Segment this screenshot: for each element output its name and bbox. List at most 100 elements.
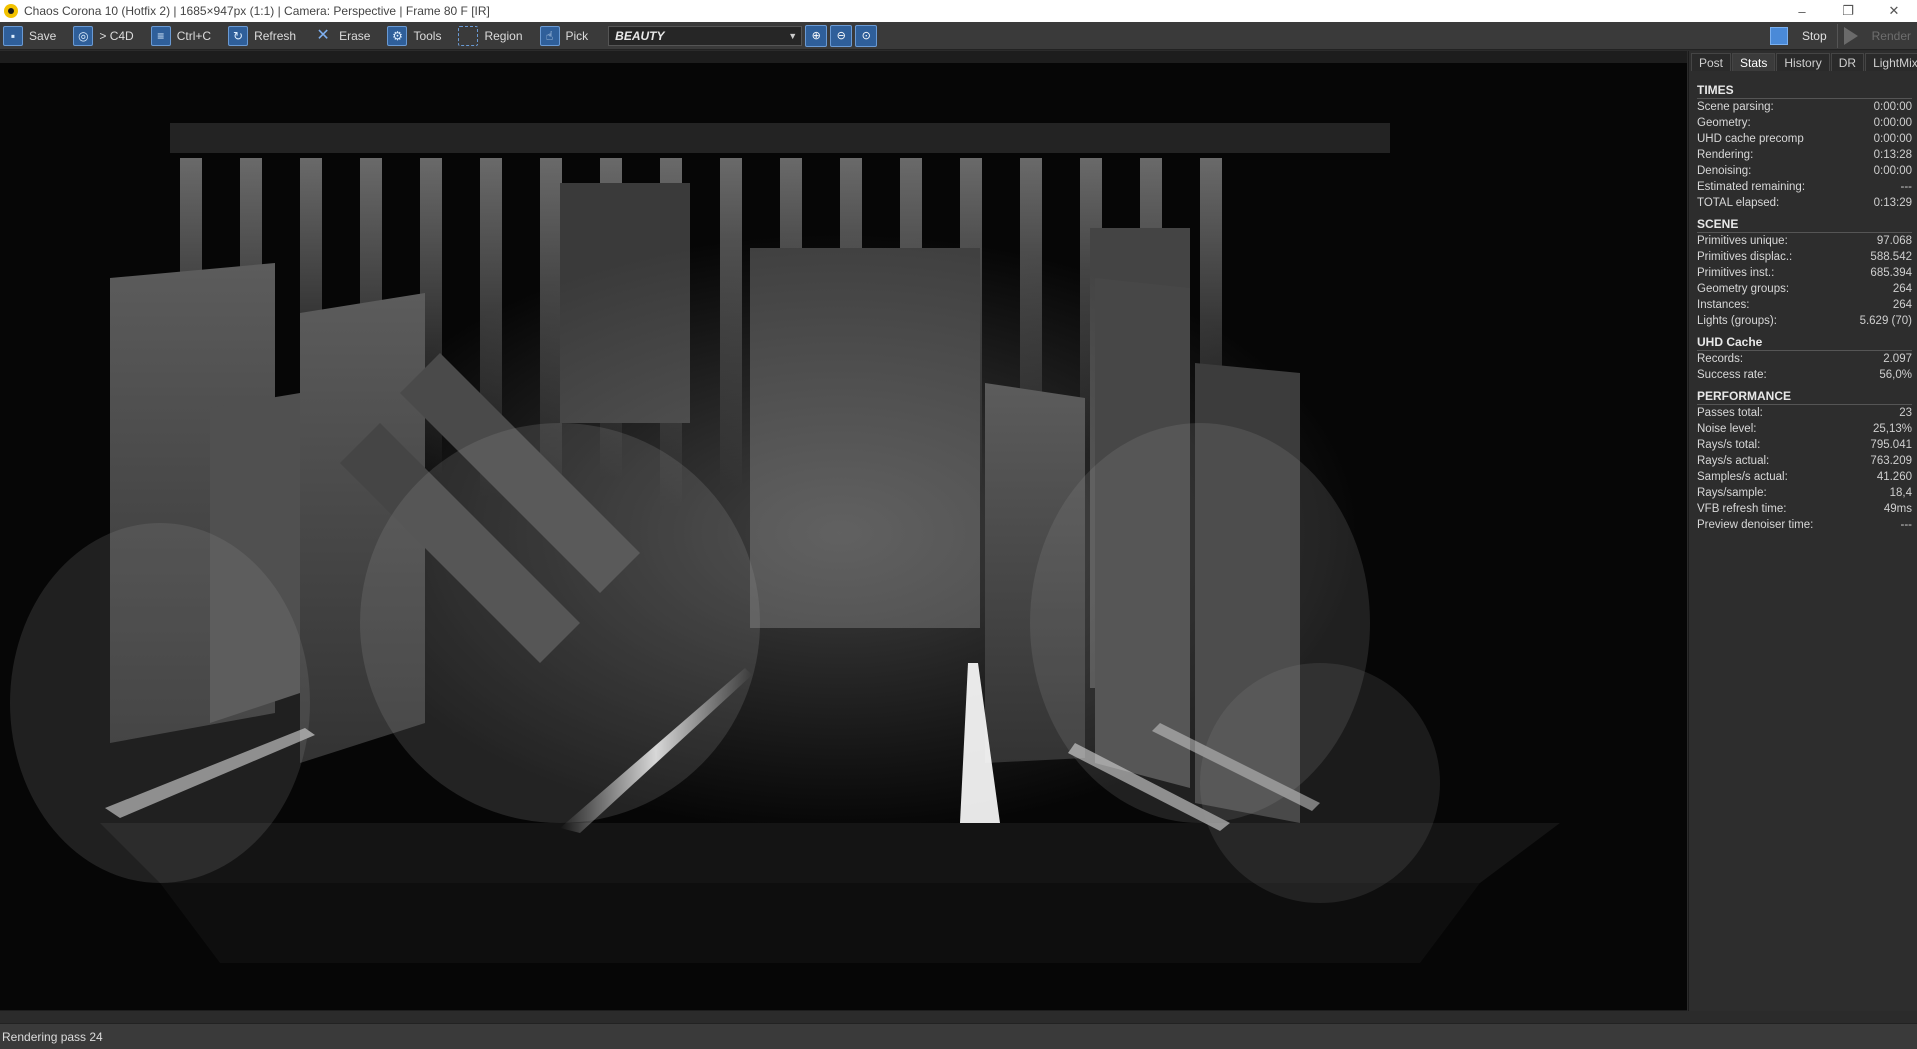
zoom-out-icon: ⊖ [836,30,846,42]
stop-icon [1769,27,1788,45]
stat-value: 41.260 [1876,471,1912,483]
stat-row: UHD cache precomp 0:00:00 [1697,131,1912,147]
zoom-fit-icon: ⊙ [861,30,871,42]
pick-icon: ☝ [539,25,560,46]
stat-value: 685.394 [1870,267,1912,279]
stat-label: Noise level: [1697,423,1757,435]
stat-value: 763.209 [1870,455,1912,467]
stat-row: Preview denoiser time: --- [1697,517,1912,533]
stat-row: Geometry: 0:00:00 [1697,115,1912,131]
save-label: Save [29,28,57,43]
stat-row: Instances: 264 [1697,297,1912,313]
stat-label: Rays/s total: [1697,439,1761,451]
render-pass-value: BEAUTY [615,28,665,43]
render-button[interactable]: Render [1838,24,1917,48]
zoom-out-button[interactable]: ⊖ [830,24,853,47]
close-button[interactable]: ✕ [1871,0,1917,22]
stat-row: Rendering: 0:13:28 [1697,147,1912,163]
save-button[interactable]: ▪ Save [0,23,70,49]
stat-value: 0:00:00 [1873,117,1912,129]
tab-post[interactable]: Post [1691,53,1732,71]
stat-value: 0:00:00 [1873,133,1912,145]
refresh-button[interactable]: ↻ Refresh [225,23,310,49]
stop-label: Stop [1801,29,1827,43]
status-bar: Rendering pass 24 [0,1023,1917,1049]
erase-button[interactable]: ✕ Erase [310,23,384,49]
gear-icon: ⚙ [387,25,408,46]
stat-label: UHD cache precomp [1697,133,1804,145]
stat-value: 97.068 [1876,235,1912,247]
play-icon [1843,27,1858,45]
stat-row: Noise level: 25,13% [1697,421,1912,437]
stat-value: 18,4 [1889,487,1912,499]
pick-button[interactable]: ☝ Pick [537,23,603,49]
tools-button[interactable]: ⚙ Tools [384,23,455,49]
stat-label: Scene parsing: [1697,101,1774,113]
section-title-scene: SCENE [1697,215,1912,233]
toolbar: ▪ Save ◎ > C4D ≡ Ctrl+C ↻ Refresh ✕ Eras… [0,22,1917,50]
stat-row: Samples/s actual: 41.260 [1697,469,1912,485]
stat-row: Estimated remaining: --- [1697,179,1912,195]
pick-label: Pick [565,28,589,43]
stat-label: Lights (groups): [1697,315,1777,327]
stat-row: TOTAL elapsed: 0:13:29 [1697,195,1912,211]
stat-row: Primitives inst.: 685.394 [1697,265,1912,281]
refresh-label: Refresh [254,28,297,43]
stat-value: 0:13:28 [1873,149,1912,161]
render-controls: Stop Render [1766,22,1917,50]
stat-row: Geometry groups: 264 [1697,281,1912,297]
zoom-in-button[interactable]: ⊕ [805,24,828,47]
section-title-performance: PERFORMANCE [1697,387,1912,405]
tab-lightmix[interactable]: LightMix [1865,53,1917,71]
stat-value: 588.542 [1870,251,1912,263]
tab-history[interactable]: History [1776,53,1830,71]
stat-row: VFB refresh time: 49ms [1697,501,1912,517]
send-to-c4d-button[interactable]: ◎ > C4D [70,23,147,49]
stat-label: Passes total: [1697,407,1763,419]
stat-label: Success rate: [1697,369,1767,381]
region-icon [458,25,479,46]
stats-panel: TIMES Scene parsing: 0:00:00 Geometry: 0:0… [1697,77,1912,533]
copy-button[interactable]: ≡ Ctrl+C [148,23,225,49]
tab-dr[interactable]: DR [1830,53,1865,71]
frame-buffer-viewport[interactable] [0,51,1687,1011]
stat-value: 264 [1892,283,1912,295]
c4d-label: > C4D [99,28,134,43]
stat-label: TOTAL elapsed: [1697,197,1780,209]
stat-value: 0:00:00 [1873,101,1912,113]
tab-stats[interactable]: Stats [1732,53,1776,71]
chevron-down-icon: ▼ [788,30,798,41]
stat-label: Denoising: [1697,165,1752,177]
zoom-fit-button[interactable]: ⊙ [855,24,878,47]
panel-tabs: Post Stats History DR LightMix [1689,51,1917,71]
stat-label: Rendering: [1697,149,1754,161]
c4d-icon: ◎ [73,25,94,46]
stat-label: Primitives unique: [1697,235,1788,247]
stat-row: Scene parsing: 0:00:00 [1697,99,1912,115]
render-label: Render [1871,29,1911,43]
tools-label: Tools [413,28,442,43]
stat-label: Samples/s actual: [1697,471,1788,483]
stop-button[interactable]: Stop [1766,24,1838,48]
stat-value: 23 [1899,407,1912,419]
minimize-button[interactable]: – [1779,0,1825,22]
stat-row: Denoising: 0:00:00 [1697,163,1912,179]
copy-icon: ≡ [150,25,171,46]
stat-value: 56,0% [1879,369,1912,381]
region-button[interactable]: Region [455,23,536,49]
stat-value: 49ms [1883,503,1912,515]
rendered-image[interactable] [0,63,1687,1010]
render-pass-select[interactable]: BEAUTY ▼ [608,25,803,46]
stat-label: Estimated remaining: [1697,181,1806,193]
stat-value: 264 [1892,299,1912,311]
stat-row: Records: 2.097 [1697,351,1912,367]
restore-button[interactable]: ❐ [1825,0,1871,22]
stat-row: Rays/s total: 795.041 [1697,437,1912,453]
window-title: Chaos Corona 10 (Hotfix 2) | 1685×947px … [24,4,490,18]
stat-row: Lights (groups): 5.629 (70) [1697,313,1912,329]
section-title-uhd-cache: UHD Cache [1697,333,1912,351]
corona-logo-icon [4,4,18,18]
stat-label: Records: [1697,353,1744,365]
save-icon: ▪ [3,25,23,46]
erase-label: Erase [339,28,371,43]
